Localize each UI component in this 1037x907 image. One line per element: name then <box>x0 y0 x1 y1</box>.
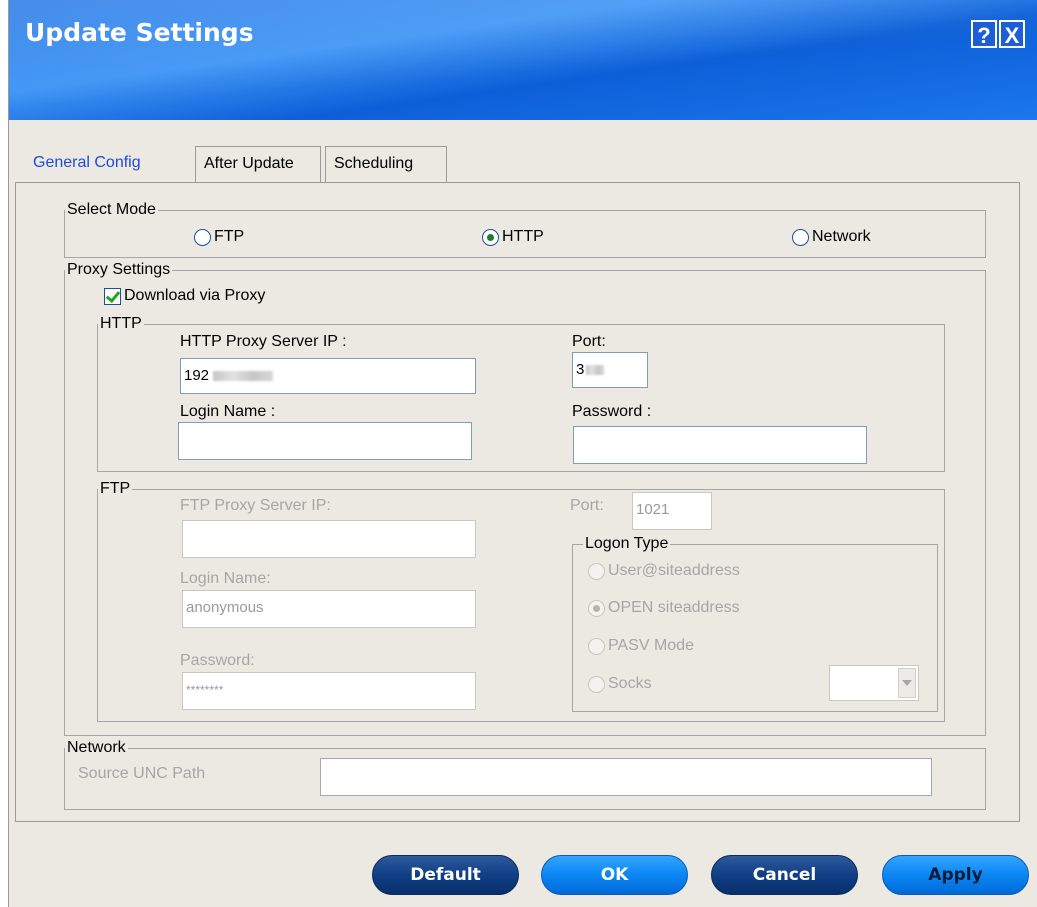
logon-socks-radio[interactable]: Socks <box>588 675 652 693</box>
radio-indicator <box>588 562 605 580</box>
ftp-login-label: Login Name: <box>180 570 271 587</box>
http-server-input[interactable]: 192 <box>180 358 476 394</box>
ftp-port-label: Port: <box>570 497 604 514</box>
ftp-port-input[interactable]: 1021 <box>632 492 712 530</box>
ftp-server-label: FTP Proxy Server IP: <box>180 497 331 514</box>
ftp-password-input[interactable]: ******** <box>182 672 476 710</box>
redacted-text <box>586 365 605 376</box>
logon-type-legend: Logon Type <box>583 534 671 554</box>
title-bar: Update Settings ? X <box>9 0 1037 120</box>
network-legend: Network <box>65 738 128 758</box>
dialog-title: Update Settings <box>25 18 254 47</box>
logon-socks-label: Socks <box>608 675 652 692</box>
proxy-settings-legend: Proxy Settings <box>65 260 173 280</box>
unc-path-input[interactable] <box>320 758 932 796</box>
logon-pasv-mode-label: PASV Mode <box>608 637 694 654</box>
radio-indicator <box>588 675 605 693</box>
http-port-label: Port: <box>572 333 606 350</box>
mode-http-label: HTTP <box>502 228 544 245</box>
http-login-label: Login Name : <box>180 403 276 420</box>
apply-button[interactable]: Apply <box>882 855 1029 895</box>
chevron-down-icon[interactable] <box>898 668 916 698</box>
radio-indicator <box>588 637 605 655</box>
tab-scheduling[interactable]: Scheduling <box>325 146 447 182</box>
tab-general-config[interactable]: General Config <box>25 146 193 182</box>
help-button[interactable]: ? <box>971 20 997 48</box>
radio-indicator <box>588 599 605 617</box>
logon-user-siteaddress-label: User@siteaddress <box>608 562 740 579</box>
download-via-proxy-label: Download via Proxy <box>124 287 266 304</box>
title-bar-gloss <box>9 0 1037 112</box>
radio-http-indicator <box>482 228 499 246</box>
select-mode-legend: Select Mode <box>65 200 158 220</box>
mode-network-label: Network <box>812 228 871 245</box>
tab-after-update[interactable]: After Update <box>195 146 321 182</box>
cancel-button[interactable]: Cancel <box>711 855 858 895</box>
http-password-input[interactable] <box>573 426 867 464</box>
mode-http-radio[interactable]: HTTP <box>482 228 544 246</box>
mode-network-radio[interactable]: Network <box>792 228 871 246</box>
ftp-legend: FTP <box>98 479 133 499</box>
http-password-label: Password : <box>572 403 652 420</box>
logon-open-siteaddress-label: OPEN siteaddress <box>608 599 740 616</box>
logon-pasv-mode-radio[interactable]: PASV Mode <box>588 637 694 655</box>
redacted-text <box>213 371 274 382</box>
ftp-password-label: Password: <box>180 652 255 669</box>
logon-open-siteaddress-radio[interactable]: OPEN siteaddress <box>588 599 740 617</box>
http-login-input[interactable] <box>178 422 472 460</box>
default-button[interactable]: Default <box>372 855 519 895</box>
ftp-server-input[interactable] <box>182 520 476 558</box>
http-port-input[interactable]: 3 <box>572 352 648 388</box>
radio-network-indicator <box>792 228 809 246</box>
close-button[interactable]: X <box>999 20 1025 48</box>
logon-user-siteaddress-radio[interactable]: User@siteaddress <box>588 562 740 580</box>
mode-ftp-radio[interactable]: FTP <box>194 228 244 246</box>
http-port-value: 3 <box>576 361 585 378</box>
http-legend: HTTP <box>98 314 144 334</box>
socks-dropdown[interactable] <box>829 665 919 701</box>
unc-path-label: Source UNC Path <box>78 765 206 782</box>
checkmark-icon <box>104 287 121 305</box>
ok-button[interactable]: OK <box>541 855 688 895</box>
radio-ftp-indicator <box>194 228 211 246</box>
mode-ftp-label: FTP <box>214 228 245 245</box>
http-server-label: HTTP Proxy Server IP : <box>180 333 347 350</box>
download-via-proxy-checkbox[interactable]: Download via Proxy <box>104 287 265 305</box>
http-server-value: 192 <box>184 367 210 384</box>
ftp-login-input[interactable]: anonymous <box>182 590 476 628</box>
